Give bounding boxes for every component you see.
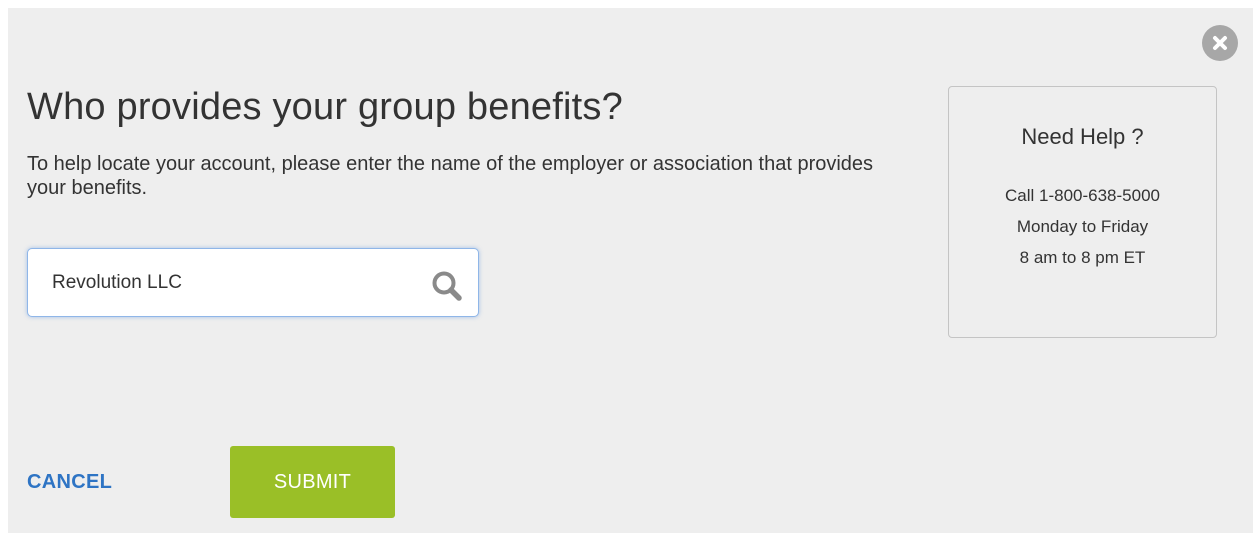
submit-button[interactable]: SUBMIT xyxy=(230,446,395,518)
help-days-text: Monday to Friday xyxy=(1016,217,1149,236)
dialog-description: To help locate your account, please ente… xyxy=(27,153,874,199)
close-button[interactable] xyxy=(1202,25,1238,61)
help-title: Need Help ? xyxy=(1021,124,1144,149)
help-panel: Need Help ? Call 1-800-638-5000 Monday t… xyxy=(948,86,1217,338)
employer-search-box xyxy=(27,248,479,317)
benefits-provider-dialog: Who provides your group benefits? To hel… xyxy=(8,8,1253,533)
close-icon xyxy=(1213,36,1227,50)
cancel-link[interactable]: CANCEL xyxy=(27,471,112,494)
dialog-title: Who provides your group benefits? xyxy=(27,86,623,128)
search-icon[interactable] xyxy=(430,269,464,303)
employer-search-input[interactable] xyxy=(52,269,412,297)
help-hours-text: 8 am to 8 pm ET xyxy=(1019,248,1146,267)
help-phone-text: Call 1-800-638-5000 xyxy=(1005,186,1160,205)
